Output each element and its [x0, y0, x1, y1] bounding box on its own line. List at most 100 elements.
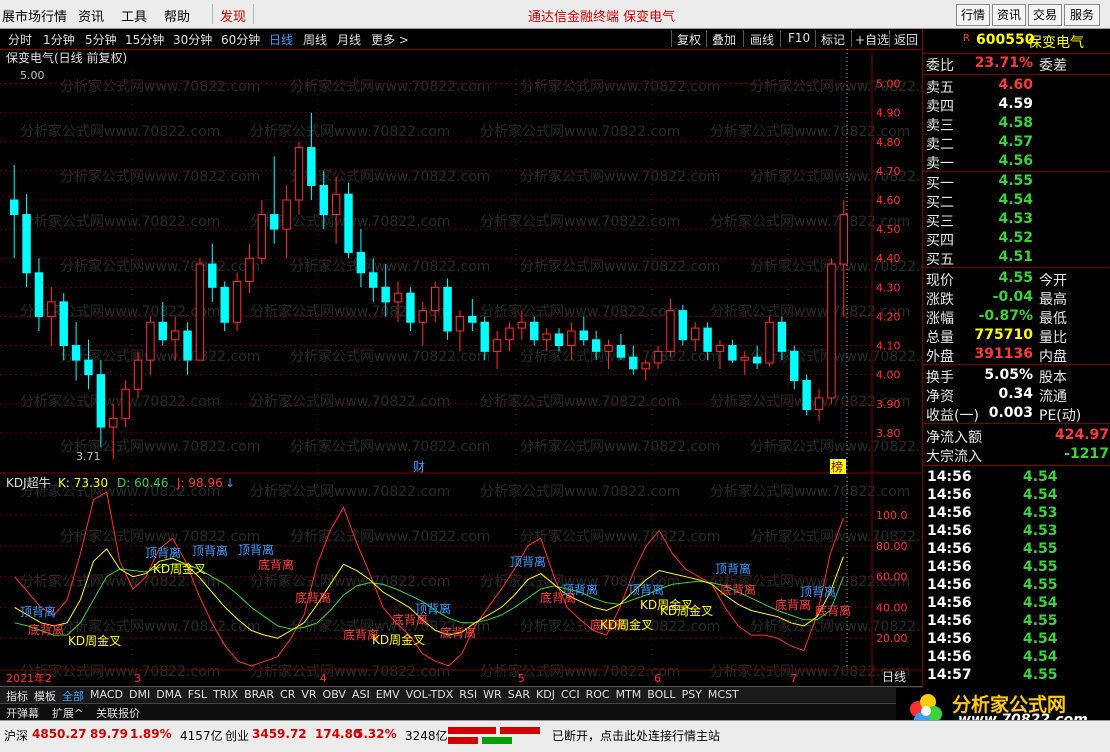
indicator-tab[interactable]: BRAR: [244, 688, 274, 701]
indicator-tab[interactable]: BOLL: [647, 688, 675, 701]
expand-tab[interactable]: 扩展^: [52, 705, 83, 721]
stat2-right-label: 股本: [1039, 370, 1067, 386]
candle-body: [542, 333, 551, 341]
period-weekly[interactable]: 周线: [303, 31, 327, 48]
candle-body: [629, 356, 638, 370]
overlay-button[interactable]: 叠加: [712, 31, 736, 48]
ask-level-label: 卖二: [926, 137, 954, 153]
stat2-right-label: PE(动): [1039, 408, 1082, 424]
indicator-tab[interactable]: CR: [280, 688, 295, 701]
bid-level-label: 买三: [926, 214, 954, 230]
divergence-label: KD周金叉: [68, 633, 121, 648]
stock-chart[interactable]: 分析家公式网www.70822.com 分析家公式网www.70822.com 分析…: [0, 49, 922, 686]
kdj-j-value: J: 98.96: [176, 476, 223, 490]
period-daily[interactable]: 日线: [269, 31, 293, 48]
indicator-tab[interactable]: ROC: [586, 688, 610, 701]
mark-button[interactable]: 标记: [821, 31, 845, 48]
menu-help[interactable]: 帮助: [164, 6, 190, 25]
kdj-tick-label: 80.00: [876, 540, 908, 553]
stat-label: 外盘: [926, 349, 954, 365]
divider: [923, 53, 1110, 54]
low-label: 3.71: [76, 450, 101, 463]
menu-tools[interactable]: 工具: [121, 6, 147, 25]
indicator-tab[interactable]: DMI: [129, 688, 150, 701]
period-60min[interactable]: 60分钟: [221, 31, 260, 48]
candle-body: [245, 257, 254, 283]
trade-button[interactable]: 交易: [1028, 4, 1062, 26]
indicator-tab[interactable]: CCI: [561, 688, 580, 701]
indicator-tab[interactable]: TRIX: [213, 688, 238, 701]
tick-price: 4.55: [1023, 559, 1058, 575]
x-axis-label: 3: [134, 672, 141, 685]
period-more[interactable]: 更多 >: [371, 31, 409, 48]
add-watchlist-button[interactable]: +自选: [855, 31, 889, 48]
candle-body: [208, 263, 217, 288]
divergence-label: 底背离: [775, 597, 811, 612]
indicator-tab[interactable]: 全部: [62, 688, 84, 704]
period-30min[interactable]: 30分钟: [173, 31, 212, 48]
stat-right-label: 最高: [1039, 292, 1067, 308]
f10-button[interactable]: F10: [788, 31, 810, 45]
menu-market[interactable]: 展市场行情: [2, 6, 67, 25]
tick-price: 4.55: [1023, 613, 1058, 629]
related-quote-tab[interactable]: 关联报价: [96, 705, 140, 721]
candle-body: [109, 417, 118, 428]
watermark-text: 分析家公式网www.70822.com: [480, 123, 680, 140]
tick-row: 14:56 4.54: [923, 487, 1110, 505]
bid-level-value: 4.53: [998, 211, 1033, 227]
indicator-tab[interactable]: MCST: [708, 688, 739, 701]
indicator-tab[interactable]: SAR: [508, 688, 530, 701]
cy-value: 3459.72: [252, 727, 307, 741]
indicator-tab[interactable]: MTM: [616, 688, 642, 701]
back-button[interactable]: 返回: [894, 31, 918, 48]
draw-button[interactable]: 画线: [750, 31, 774, 48]
divergence-label: KD周金叉: [372, 632, 425, 647]
indicator-tab[interactable]: 指标: [6, 688, 28, 704]
divergence-label: 顶背离: [238, 542, 274, 557]
menu-separator: [253, 4, 254, 24]
divergence-label: KD周金叉: [600, 617, 653, 632]
connection-status[interactable]: 已断开，点击此处连接行情主站: [552, 727, 720, 744]
indicator-tab[interactable]: PSY: [682, 688, 702, 701]
indicator-tab[interactable]: 模板: [34, 688, 56, 704]
candle-body: [790, 350, 799, 381]
finance-event-mark[interactable]: 财: [413, 460, 425, 474]
menu-discover[interactable]: 发现: [220, 6, 246, 25]
cy-amount: 3248亿: [405, 729, 448, 743]
divergence-label: 顶背离: [628, 582, 664, 597]
indicator-tab[interactable]: KDJ: [536, 688, 555, 701]
info-button[interactable]: 资讯: [992, 4, 1026, 26]
stat-right-label: 内盘: [1039, 349, 1067, 365]
bid-level-label: 买五: [926, 252, 954, 268]
indicator-tab[interactable]: EMV: [376, 688, 400, 701]
indicator-tab[interactable]: DMA: [156, 688, 182, 701]
indicator-tab[interactable]: VR: [301, 688, 316, 701]
period-15min[interactable]: 15分钟: [125, 31, 164, 48]
menu-news[interactable]: 资讯: [78, 6, 104, 25]
adjust-button[interactable]: 复权: [677, 31, 701, 48]
price-tick-label: 4.90: [876, 107, 901, 120]
period-5min[interactable]: 5分钟: [85, 31, 117, 48]
quote-button[interactable]: 行情: [956, 4, 990, 26]
period-1min[interactable]: 1分钟: [43, 31, 75, 48]
candle-body: [9, 199, 19, 216]
indicator-tab[interactable]: VOL-TDX: [406, 688, 454, 701]
indicator-tab[interactable]: MACD: [90, 688, 123, 701]
period-timeshare[interactable]: 分时: [8, 31, 32, 48]
watermark-text: 分析家公式网www.70822.com: [480, 483, 680, 500]
quote-panel: R 600550 保变电气 委比 23.71% 委差 卖五 4.60 卖四 4.59 卖…: [922, 29, 1110, 715]
indicator-tab[interactable]: FSL: [188, 688, 207, 701]
ask-level-value: 4.57: [998, 134, 1033, 150]
danmaku-tab[interactable]: 开弹幕: [6, 705, 39, 721]
service-button[interactable]: 服务: [1064, 4, 1100, 26]
stat2-label: 收益(一): [926, 408, 979, 424]
indicator-tab[interactable]: WR: [483, 688, 502, 701]
rank-event-mark[interactable]: 榜: [831, 459, 843, 474]
indicator-tab[interactable]: ASI: [352, 688, 370, 701]
candle-body: [232, 281, 242, 323]
candle-body: [270, 214, 279, 230]
indicator-tab[interactable]: OBV: [323, 688, 346, 701]
indicator-tab[interactable]: RSI: [459, 688, 477, 701]
period-monthly[interactable]: 月线: [337, 31, 361, 48]
candle-body: [827, 263, 836, 399]
